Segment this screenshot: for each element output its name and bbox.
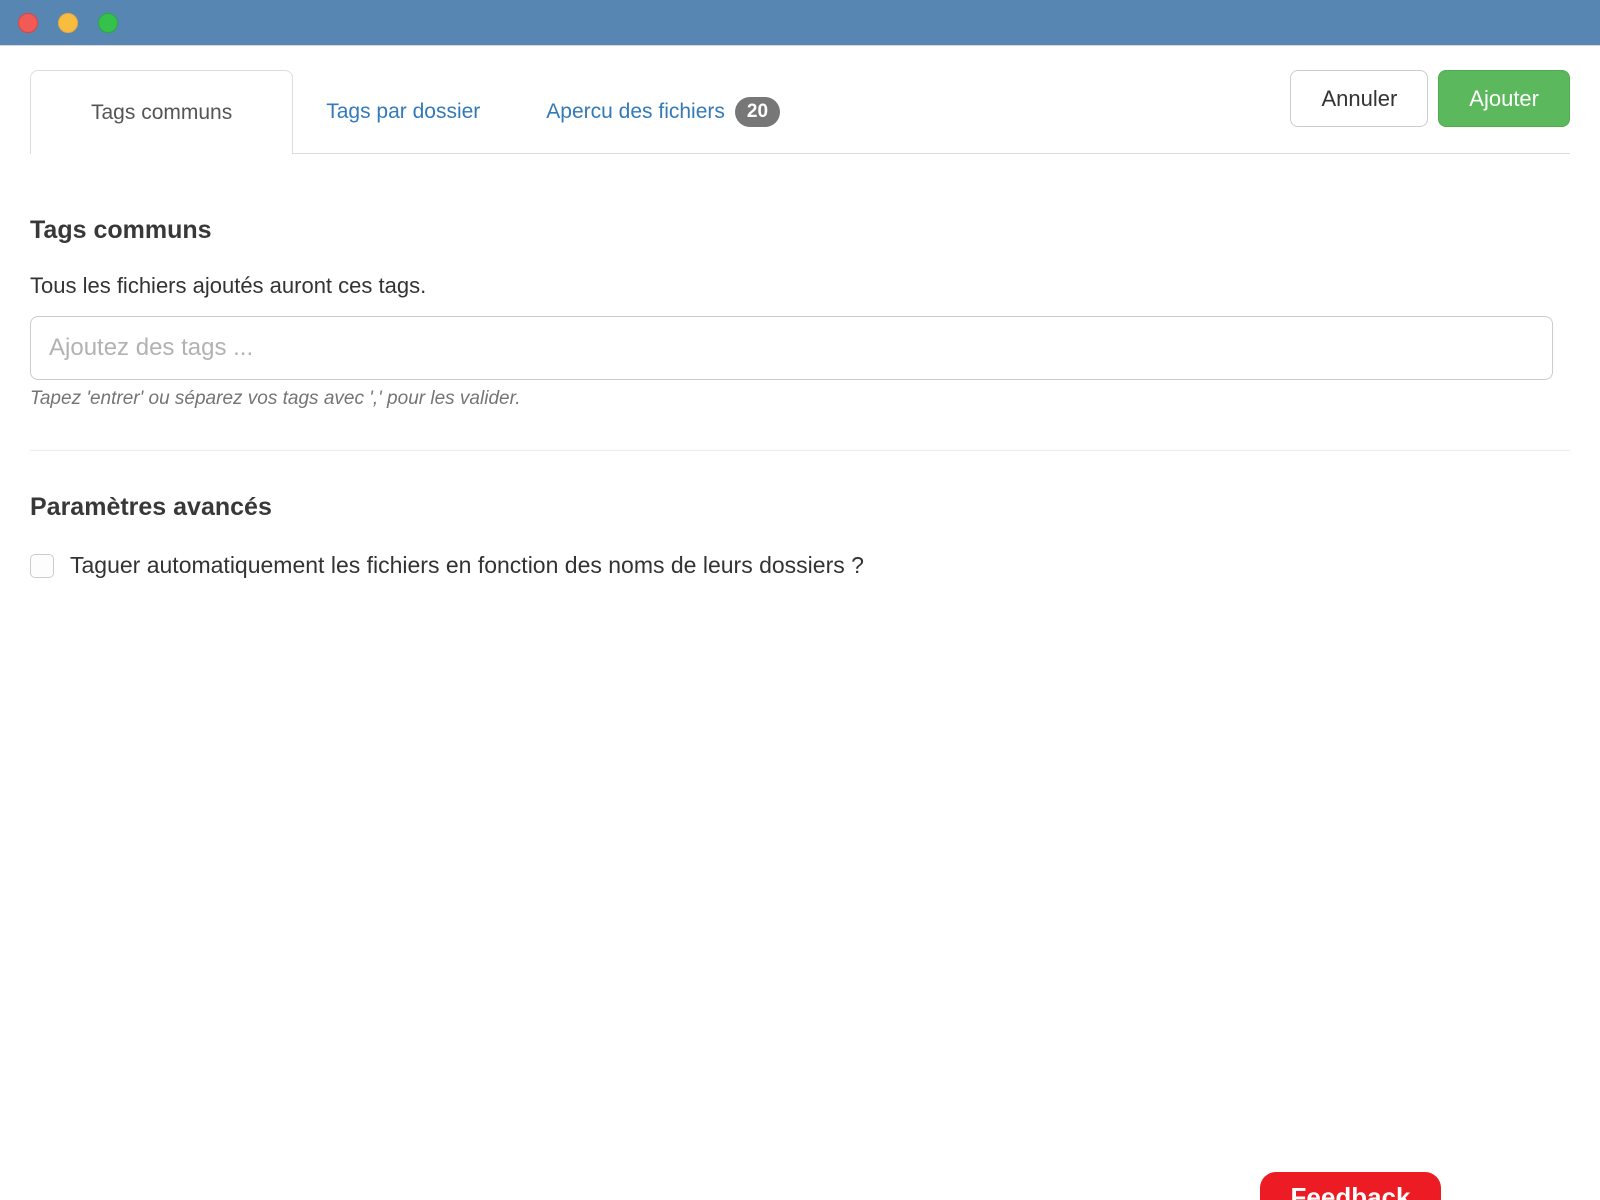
section-divider xyxy=(30,450,1570,451)
file-count-badge: 20 xyxy=(735,97,780,127)
main-content: Tags communs Tous les fichiers ajoutés a… xyxy=(0,216,1600,579)
auto-tag-row: Taguer automatiquement les fichiers en f… xyxy=(30,552,1570,579)
tags-input-helper: Tapez 'entrer' ou séparez vos tags avec … xyxy=(30,388,1570,410)
tab-apercu-des-fichiers-label: Apercu des fichiers xyxy=(546,100,725,124)
window-titlebar xyxy=(0,0,1600,46)
auto-tag-checkbox[interactable] xyxy=(30,554,54,578)
feedback-button[interactable]: Feedback xyxy=(1260,1172,1441,1200)
tags-input[interactable] xyxy=(30,316,1553,380)
header: Tags communs Tags par dossier Apercu des… xyxy=(30,46,1570,154)
tab-tags-par-dossier-label: Tags par dossier xyxy=(326,100,480,124)
common-tags-description: Tous les fichiers ajoutés auront ces tag… xyxy=(30,273,1570,299)
header-actions: Annuler Ajouter xyxy=(1290,70,1570,153)
auto-tag-checkbox-label[interactable]: Taguer automatiquement les fichiers en f… xyxy=(70,552,864,579)
zoom-window-icon[interactable] xyxy=(98,13,118,33)
advanced-settings-title: Paramètres avancés xyxy=(30,493,1570,522)
tab-tags-communs-label: Tags communs xyxy=(91,101,232,125)
minimize-window-icon[interactable] xyxy=(58,13,78,33)
tab-tags-par-dossier[interactable]: Tags par dossier xyxy=(293,70,513,153)
add-button[interactable]: Ajouter xyxy=(1438,70,1570,127)
common-tags-title: Tags communs xyxy=(30,216,1570,245)
tab-tags-communs[interactable]: Tags communs xyxy=(30,70,293,154)
cancel-button[interactable]: Annuler xyxy=(1290,70,1428,127)
tab-bar: Tags communs Tags par dossier Apercu des… xyxy=(30,70,813,153)
tab-apercu-des-fichiers[interactable]: Apercu des fichiers 20 xyxy=(513,70,813,153)
close-window-icon[interactable] xyxy=(18,13,38,33)
